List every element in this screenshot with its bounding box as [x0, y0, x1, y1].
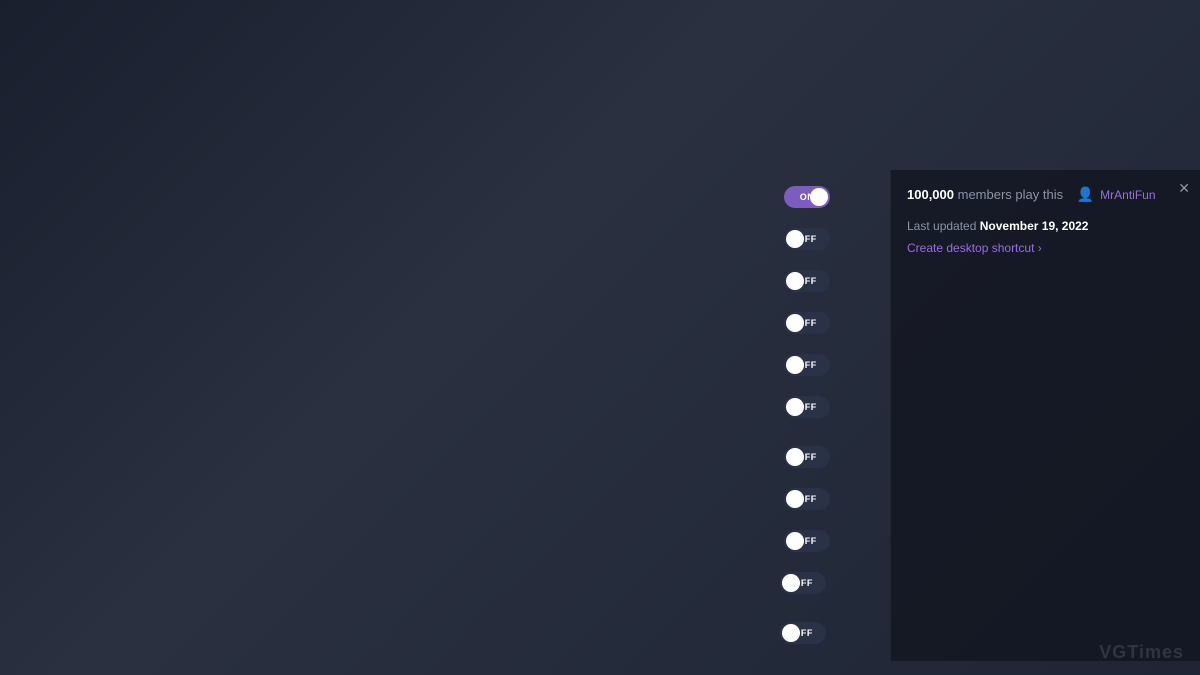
toggle-unlimited-health[interactable]: ON	[784, 186, 830, 208]
info-close-btn[interactable]: ✕	[1178, 180, 1190, 197]
toggle-unlimited-stamina[interactable]: OFF	[784, 228, 830, 250]
info-shortcut-link[interactable]: Create desktop shortcut ›	[907, 241, 1184, 255]
author-name: MrAntiFun	[1100, 188, 1155, 202]
members-text: members play this	[958, 187, 1063, 202]
members-count: 100,000	[907, 187, 954, 202]
vgtimes-watermark: VGTimes	[1099, 642, 1184, 663]
toggle-thumb-8	[786, 532, 804, 550]
last-updated-label: Last updated	[907, 219, 976, 233]
info-members: 100,000 members play this 👤 MrAntiFun	[907, 186, 1184, 213]
last-updated-date: November 19, 2022	[980, 219, 1089, 233]
toggle-thumb-10	[782, 624, 800, 642]
toggle-mega-exp[interactable]: OFF	[780, 622, 826, 644]
toggle-no-hunger[interactable]: OFF	[784, 354, 830, 376]
author-person-icon: 👤	[1077, 186, 1094, 203]
toggle-thumb-0	[810, 188, 828, 206]
toggle-thumb-7	[786, 490, 804, 508]
info-updated: Last updated November 19, 2022	[907, 219, 1184, 233]
toggle-thumb-5	[786, 398, 804, 416]
info-panel: ✕ 100,000 members play this 👤 MrAntiFun …	[890, 170, 1200, 661]
toggle-unlimited-oxygen[interactable]: OFF	[784, 312, 830, 334]
toggle-no-thirst[interactable]: OFF	[784, 396, 830, 418]
toggle-easy-craft[interactable]: OFF	[780, 572, 826, 594]
info-author: 👤 MrAntiFun	[1077, 186, 1156, 203]
toggle-unlimited-durability[interactable]: OFF	[784, 488, 830, 510]
toggle-thumb-2	[786, 272, 804, 290]
toggle-stable-temperature[interactable]: OFF	[784, 270, 830, 292]
toggle-thumb-3	[786, 314, 804, 332]
toggle-thumb-1	[786, 230, 804, 248]
toggle-unlimited-items[interactable]: OFF	[784, 530, 830, 552]
toggle-thumb-9	[782, 574, 800, 592]
toggle-thumb-4	[786, 356, 804, 374]
toggle-thumb-6	[786, 448, 804, 466]
toggle-unlimited-weight[interactable]: OFF	[784, 446, 830, 468]
